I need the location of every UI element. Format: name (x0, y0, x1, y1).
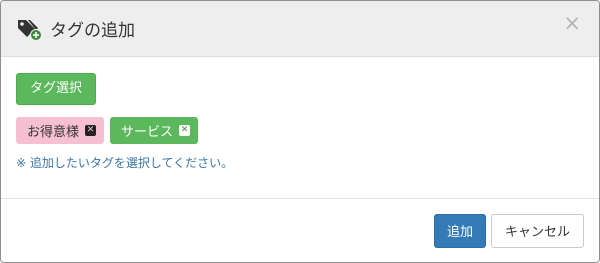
dialog-title: タグの追加 (50, 21, 135, 41)
dialog-header: タグの追加 × (1, 1, 599, 57)
add-tag-dialog: タグの追加 × タグ選択 お得意様 ✕ サービス ✕ ※ 追加したいタグを選択し… (0, 0, 600, 263)
close-button[interactable]: × (563, 13, 581, 34)
remove-tag-icon[interactable]: ✕ (85, 125, 97, 136)
tag-label: サービス (121, 125, 174, 140)
add-button[interactable]: 追加 (433, 213, 486, 248)
tag-chip-okuisama: お得意様 ✕ (16, 117, 105, 144)
dialog-footer: 追加 キャンセル (1, 198, 599, 262)
tags-add-icon (16, 16, 44, 42)
tag-chip-service: サービス ✕ (110, 117, 199, 144)
tag-label: お得意様 (27, 125, 80, 140)
remove-tag-icon[interactable]: ✕ (179, 125, 191, 136)
help-note: ※ 追加したいタグを選択してください。 (16, 156, 234, 170)
dialog-body: タグ選択 お得意様 ✕ サービス ✕ ※ 追加したいタグを選択してください。 (1, 57, 599, 213)
tag-select-button[interactable]: タグ選択 (16, 73, 97, 105)
cancel-button[interactable]: キャンセル (490, 213, 584, 248)
selected-tags: お得意様 ✕ サービス ✕ (16, 117, 584, 144)
